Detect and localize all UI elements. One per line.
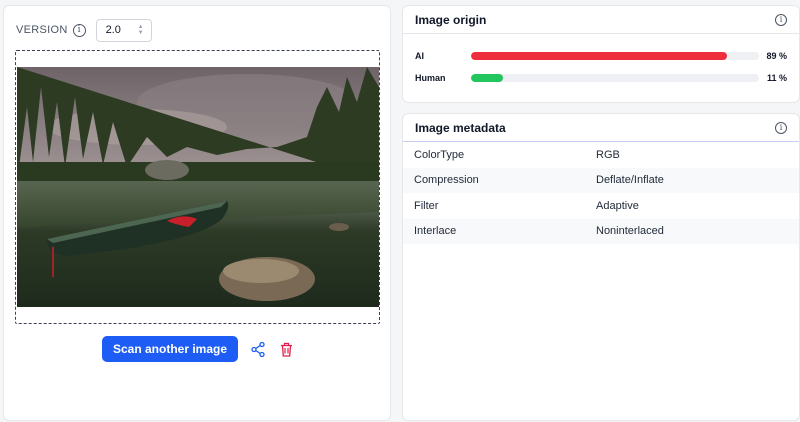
action-bar: Scan another image <box>4 336 392 362</box>
origin-percent: 89 % <box>766 51 787 61</box>
image-origin-header: Image origin i <box>403 6 799 34</box>
image-metadata-header: Image metadata i <box>403 114 799 142</box>
table-row: Filter Adaptive <box>403 193 799 219</box>
metadata-table: ColorType RGB Compression Deflate/Inflate Fi… <box>403 142 799 244</box>
version-select[interactable]: 2.0 ▲ ▼ <box>95 18 152 42</box>
origin-progress-bar <box>471 52 759 60</box>
origin-progress-bar <box>471 74 759 82</box>
trash-icon[interactable] <box>278 341 294 357</box>
version-label: VERSION <box>16 24 68 36</box>
origin-label: AI <box>415 51 424 61</box>
stepper-arrows-icon[interactable]: ▲ ▼ <box>138 24 144 36</box>
table-row: Interlace Noninterlaced <box>403 218 799 244</box>
origin-progress-fill <box>471 74 503 82</box>
metadata-value: RGB <box>596 148 620 161</box>
image-metadata-card: Image metadata i ColorType RGB Compression… <box>402 113 800 421</box>
info-icon[interactable]: i <box>775 121 787 134</box>
metadata-value: Deflate/Inflate <box>596 174 664 187</box>
metadata-value: Adaptive <box>596 199 639 212</box>
version-value: 2.0 <box>105 24 121 36</box>
table-row: ColorType RGB <box>403 142 799 168</box>
metadata-value: Noninterlaced <box>596 225 664 238</box>
table-row: Compression Deflate/Inflate <box>403 167 799 193</box>
image-origin-card: Image origin i AI 89 % Human 11 % <box>402 5 800 103</box>
version-control: VERSION i 2.0 ▲ ▼ <box>16 18 152 42</box>
origin-percent: 11 % <box>766 73 787 83</box>
uploaded-image <box>17 67 379 307</box>
info-icon[interactable]: i <box>72 23 86 37</box>
image-metadata-title: Image metadata <box>415 120 506 135</box>
metadata-key: Interlace <box>414 225 457 238</box>
image-dropzone[interactable] <box>15 50 380 324</box>
upload-panel: VERSION i 2.0 ▲ ▼ Scan another image <box>3 5 391 421</box>
share-icon[interactable] <box>250 341 266 357</box>
origin-results: AI 89 % Human 11 % <box>403 34 799 89</box>
origin-progress-fill <box>471 52 728 60</box>
metadata-key: Compression <box>414 174 479 187</box>
scan-another-image-button[interactable]: Scan another image <box>101 336 239 362</box>
origin-label: Human <box>415 73 446 83</box>
results-column: Image origin i AI 89 % Human 11 % Image met… <box>402 5 800 421</box>
image-origin-title: Image origin <box>415 12 487 27</box>
origin-row: Human 11 % <box>403 67 799 89</box>
origin-row: AI 89 % <box>403 45 799 67</box>
metadata-key: ColorType <box>414 148 465 161</box>
info-icon[interactable]: i <box>775 13 787 26</box>
metadata-key: Filter <box>414 199 439 212</box>
